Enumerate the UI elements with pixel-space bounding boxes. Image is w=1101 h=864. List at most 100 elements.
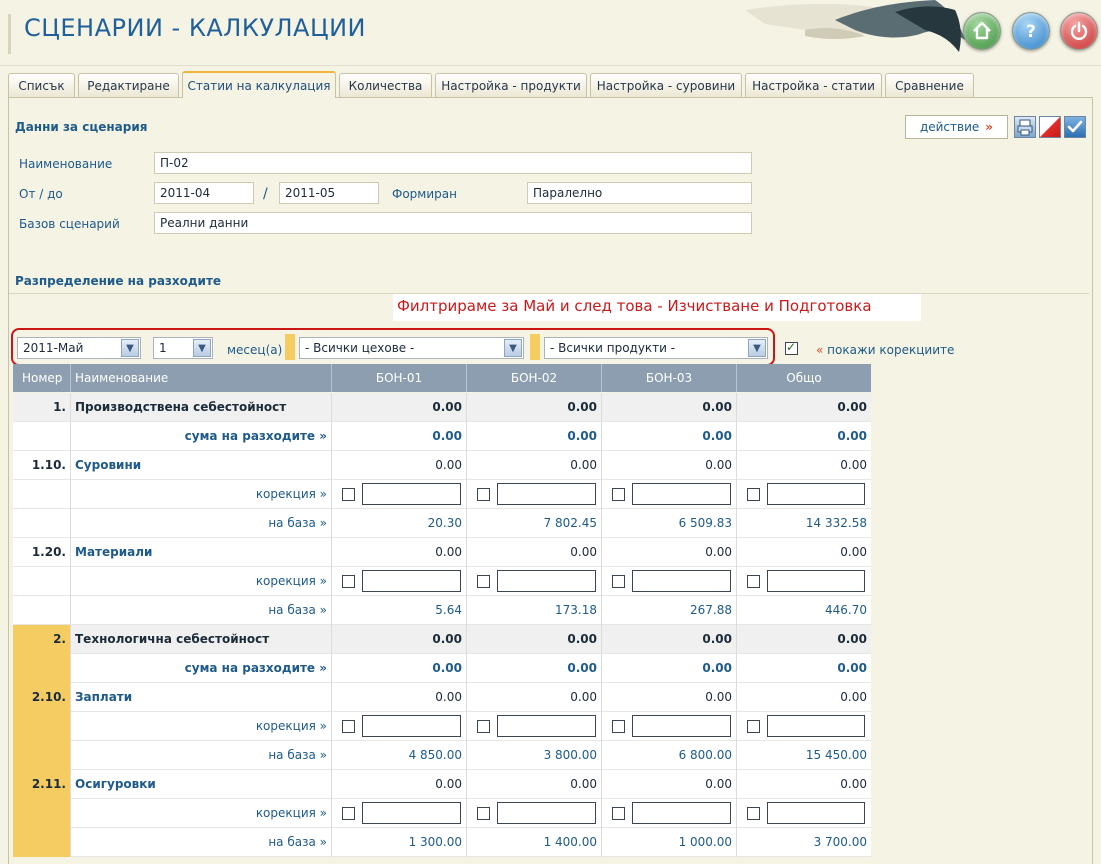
- row-link[interactable]: на база »: [71, 741, 332, 770]
- row-number: [13, 712, 71, 741]
- row-link[interactable]: сума на разходите »: [71, 422, 332, 451]
- month-select[interactable]: 2011-Май ▼: [17, 337, 141, 359]
- correction-checkbox[interactable]: [477, 807, 490, 820]
- to-field[interactable]: 2011-05: [279, 182, 379, 204]
- correction-input[interactable]: [632, 715, 731, 737]
- correction-input[interactable]: [767, 483, 865, 505]
- from-field[interactable]: 2011-04: [154, 182, 254, 204]
- correction-checkbox[interactable]: [747, 720, 760, 733]
- help-button[interactable]: ?: [1012, 12, 1050, 50]
- tab-list[interactable]: Списък: [8, 73, 75, 97]
- correction-input[interactable]: [362, 802, 461, 824]
- correction-checkbox[interactable]: [342, 720, 355, 733]
- table-row: на база » 4 850.00 3 800.00 6 800.00 15 450.…: [13, 741, 871, 770]
- period-label: От / до: [19, 187, 63, 201]
- count-select[interactable]: 1 ▼: [153, 337, 213, 359]
- tab-calculation-items[interactable]: Статии на калкулация: [182, 71, 336, 98]
- row-number: 2.: [13, 625, 71, 654]
- value-cell: 0.00: [602, 770, 737, 799]
- name-field[interactable]: П-02: [154, 152, 752, 174]
- row-link[interactable]: сума на разходите »: [71, 654, 332, 683]
- correction-input[interactable]: [632, 802, 731, 824]
- correction-cell: [467, 712, 602, 741]
- correction-input[interactable]: [767, 570, 865, 592]
- table-header: Номер Наименование БОН-01 БОН-02 БОН-03 …: [13, 364, 871, 392]
- row-number: [13, 799, 71, 828]
- correction-input[interactable]: [362, 483, 461, 505]
- scenario-section-title: Данни за сценария: [15, 120, 148, 134]
- row-number: 1.: [13, 393, 71, 422]
- tab-quantities[interactable]: Количества: [339, 73, 432, 97]
- value-cell: 14 332.58: [805, 516, 867, 530]
- yellow-marker: [285, 334, 295, 360]
- row-link[interactable]: на база »: [71, 828, 332, 857]
- correction-link[interactable]: корекция »: [71, 712, 332, 741]
- correction-checkbox[interactable]: [612, 720, 625, 733]
- value-cell: 0.00: [837, 429, 867, 443]
- home-icon: [973, 21, 991, 40]
- correction-input[interactable]: [632, 570, 731, 592]
- value-cell: 6 509.83: [602, 509, 737, 538]
- correction-checkbox[interactable]: [477, 720, 490, 733]
- row-number: [13, 741, 71, 770]
- power-button[interactable]: [1060, 12, 1098, 50]
- row-number: [13, 654, 71, 683]
- correction-checkbox[interactable]: [342, 488, 355, 501]
- correction-link[interactable]: корекция »: [71, 799, 332, 828]
- value-cell: 3 800.00: [467, 741, 602, 770]
- base-scenario-field[interactable]: Реални данни: [154, 212, 752, 234]
- correction-input[interactable]: [497, 802, 596, 824]
- confirm-button[interactable]: [1064, 116, 1086, 138]
- row-number: [13, 567, 71, 596]
- row-link[interactable]: на база »: [71, 509, 332, 538]
- correction-input[interactable]: [362, 570, 461, 592]
- correction-input[interactable]: [767, 802, 865, 824]
- correction-checkbox[interactable]: [747, 488, 760, 501]
- workshop-select[interactable]: - Всички цехове - ▼: [299, 337, 524, 359]
- value-cell: 0.00: [602, 625, 737, 654]
- product-select[interactable]: - Всички продукти - ▼: [544, 337, 768, 359]
- correction-checkbox[interactable]: [477, 488, 490, 501]
- value-cell: 0.00: [837, 661, 867, 675]
- svg-text:?: ?: [1026, 22, 1036, 42]
- value-cell: 0.00: [602, 393, 737, 422]
- clear-button[interactable]: [1039, 116, 1061, 138]
- value-cell: 0.00: [332, 393, 467, 422]
- print-button[interactable]: [1014, 116, 1036, 138]
- correction-input[interactable]: [362, 715, 461, 737]
- correction-cell: [602, 567, 737, 596]
- home-button[interactable]: [963, 12, 1001, 50]
- tab-comparison[interactable]: Сравнение: [885, 73, 974, 97]
- row-link[interactable]: на база »: [71, 596, 332, 625]
- correction-checkbox[interactable]: [477, 575, 490, 588]
- tab-settings-materials[interactable]: Настройка - суровини: [590, 73, 742, 97]
- table-row: сума на разходите » 0.00 0.00 0.00 0.00: [13, 654, 871, 683]
- correction-link[interactable]: корекция »: [71, 480, 332, 509]
- row-number: 1.20.: [13, 538, 71, 567]
- correction-checkbox[interactable]: [747, 575, 760, 588]
- tab-edit[interactable]: Редактиране: [78, 73, 179, 97]
- tab-settings-products[interactable]: Настройка - продукти: [435, 73, 587, 97]
- correction-checkbox[interactable]: [342, 575, 355, 588]
- correction-cell: [467, 480, 602, 509]
- action-button[interactable]: действие »: [905, 115, 1008, 139]
- correction-checkbox[interactable]: [342, 807, 355, 820]
- chevron-down-icon: ▼: [193, 339, 211, 357]
- correction-input[interactable]: [767, 715, 865, 737]
- show-corrections-checkbox[interactable]: [785, 340, 798, 355]
- correction-checkbox[interactable]: [612, 807, 625, 820]
- correction-input[interactable]: [497, 715, 596, 737]
- correction-checkbox[interactable]: [612, 575, 625, 588]
- base-scenario-label: Базов сценарий: [19, 217, 120, 231]
- value-cell: 267.88: [602, 596, 737, 625]
- tab-settings-items[interactable]: Настройка - статии: [745, 73, 882, 97]
- correction-input[interactable]: [497, 483, 596, 505]
- show-corrections-link[interactable]: « покажи корекциите: [816, 343, 954, 357]
- correction-cell: [602, 712, 737, 741]
- correction-input[interactable]: [497, 570, 596, 592]
- correction-link[interactable]: корекция »: [71, 567, 332, 596]
- correction-checkbox[interactable]: [747, 807, 760, 820]
- formed-field[interactable]: Паралелно: [527, 182, 752, 204]
- correction-checkbox[interactable]: [612, 488, 625, 501]
- correction-input[interactable]: [632, 483, 731, 505]
